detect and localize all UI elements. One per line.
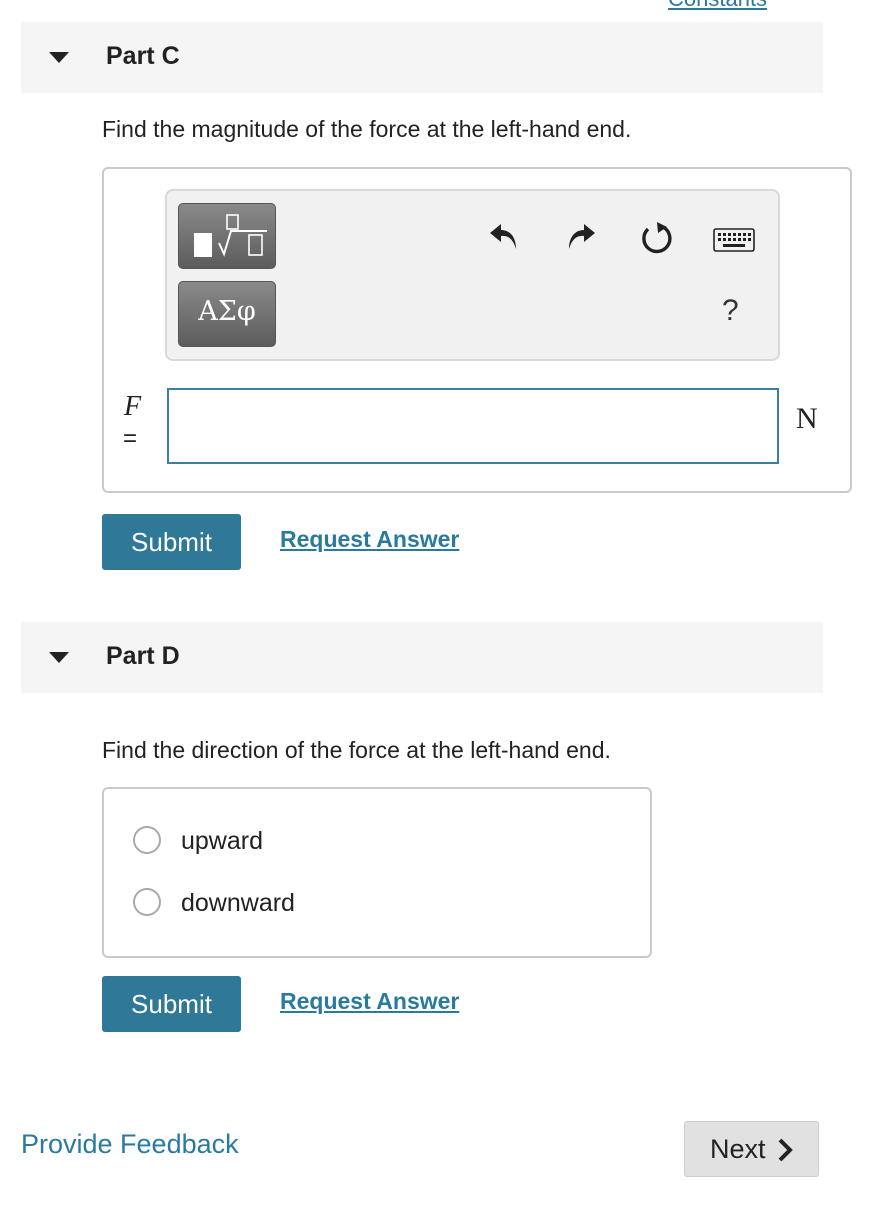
part-c-header[interactable]: Part C (21, 22, 823, 93)
part-d-question: Find the direction of the force at the l… (102, 737, 611, 763)
part-d-header[interactable]: Part D (21, 622, 823, 693)
constants-link[interactable]: Constants (668, 0, 767, 12)
part-c-title: Part C (106, 42, 180, 70)
collapse-caret-icon (49, 652, 69, 663)
part-c-question: Find the magnitude of the force at the l… (102, 116, 632, 142)
radio-downward[interactable] (133, 888, 161, 916)
part-d-title: Part D (106, 642, 180, 670)
undo-icon[interactable] (487, 219, 521, 253)
fraction-sqrt-icon (194, 214, 267, 257)
choice-label-downward[interactable]: downward (181, 889, 295, 918)
provide-feedback-link[interactable]: Provide Feedback (21, 1129, 239, 1160)
keyboard-icon[interactable] (713, 228, 755, 252)
part-c-submit-button[interactable]: Submit (102, 514, 241, 570)
next-label: Next (710, 1134, 766, 1164)
greek-symbols-button[interactable]: ΑΣφ (178, 281, 276, 347)
redo-icon[interactable] (564, 219, 598, 253)
chevron-right-icon (778, 1138, 793, 1162)
templates-button[interactable] (178, 203, 276, 269)
collapse-caret-icon (49, 52, 69, 63)
reset-icon[interactable] (639, 219, 675, 255)
part-d-submit-button[interactable]: Submit (102, 976, 241, 1032)
part-c-request-answer-link[interactable]: Request Answer (280, 526, 459, 553)
part-d-request-answer-link[interactable]: Request Answer (280, 988, 459, 1015)
equals-sign: = (123, 425, 138, 452)
greek-symbols-label: ΑΣφ (198, 296, 256, 327)
choices-box (102, 787, 652, 958)
next-button[interactable]: Next (684, 1121, 819, 1177)
radio-upward[interactable] (133, 826, 161, 854)
unit-label: N (796, 402, 818, 435)
choice-label-upward[interactable]: upward (181, 827, 263, 856)
help-button[interactable]: ? (722, 294, 739, 328)
variable-label: F (124, 391, 142, 422)
answer-input[interactable] (167, 388, 779, 464)
